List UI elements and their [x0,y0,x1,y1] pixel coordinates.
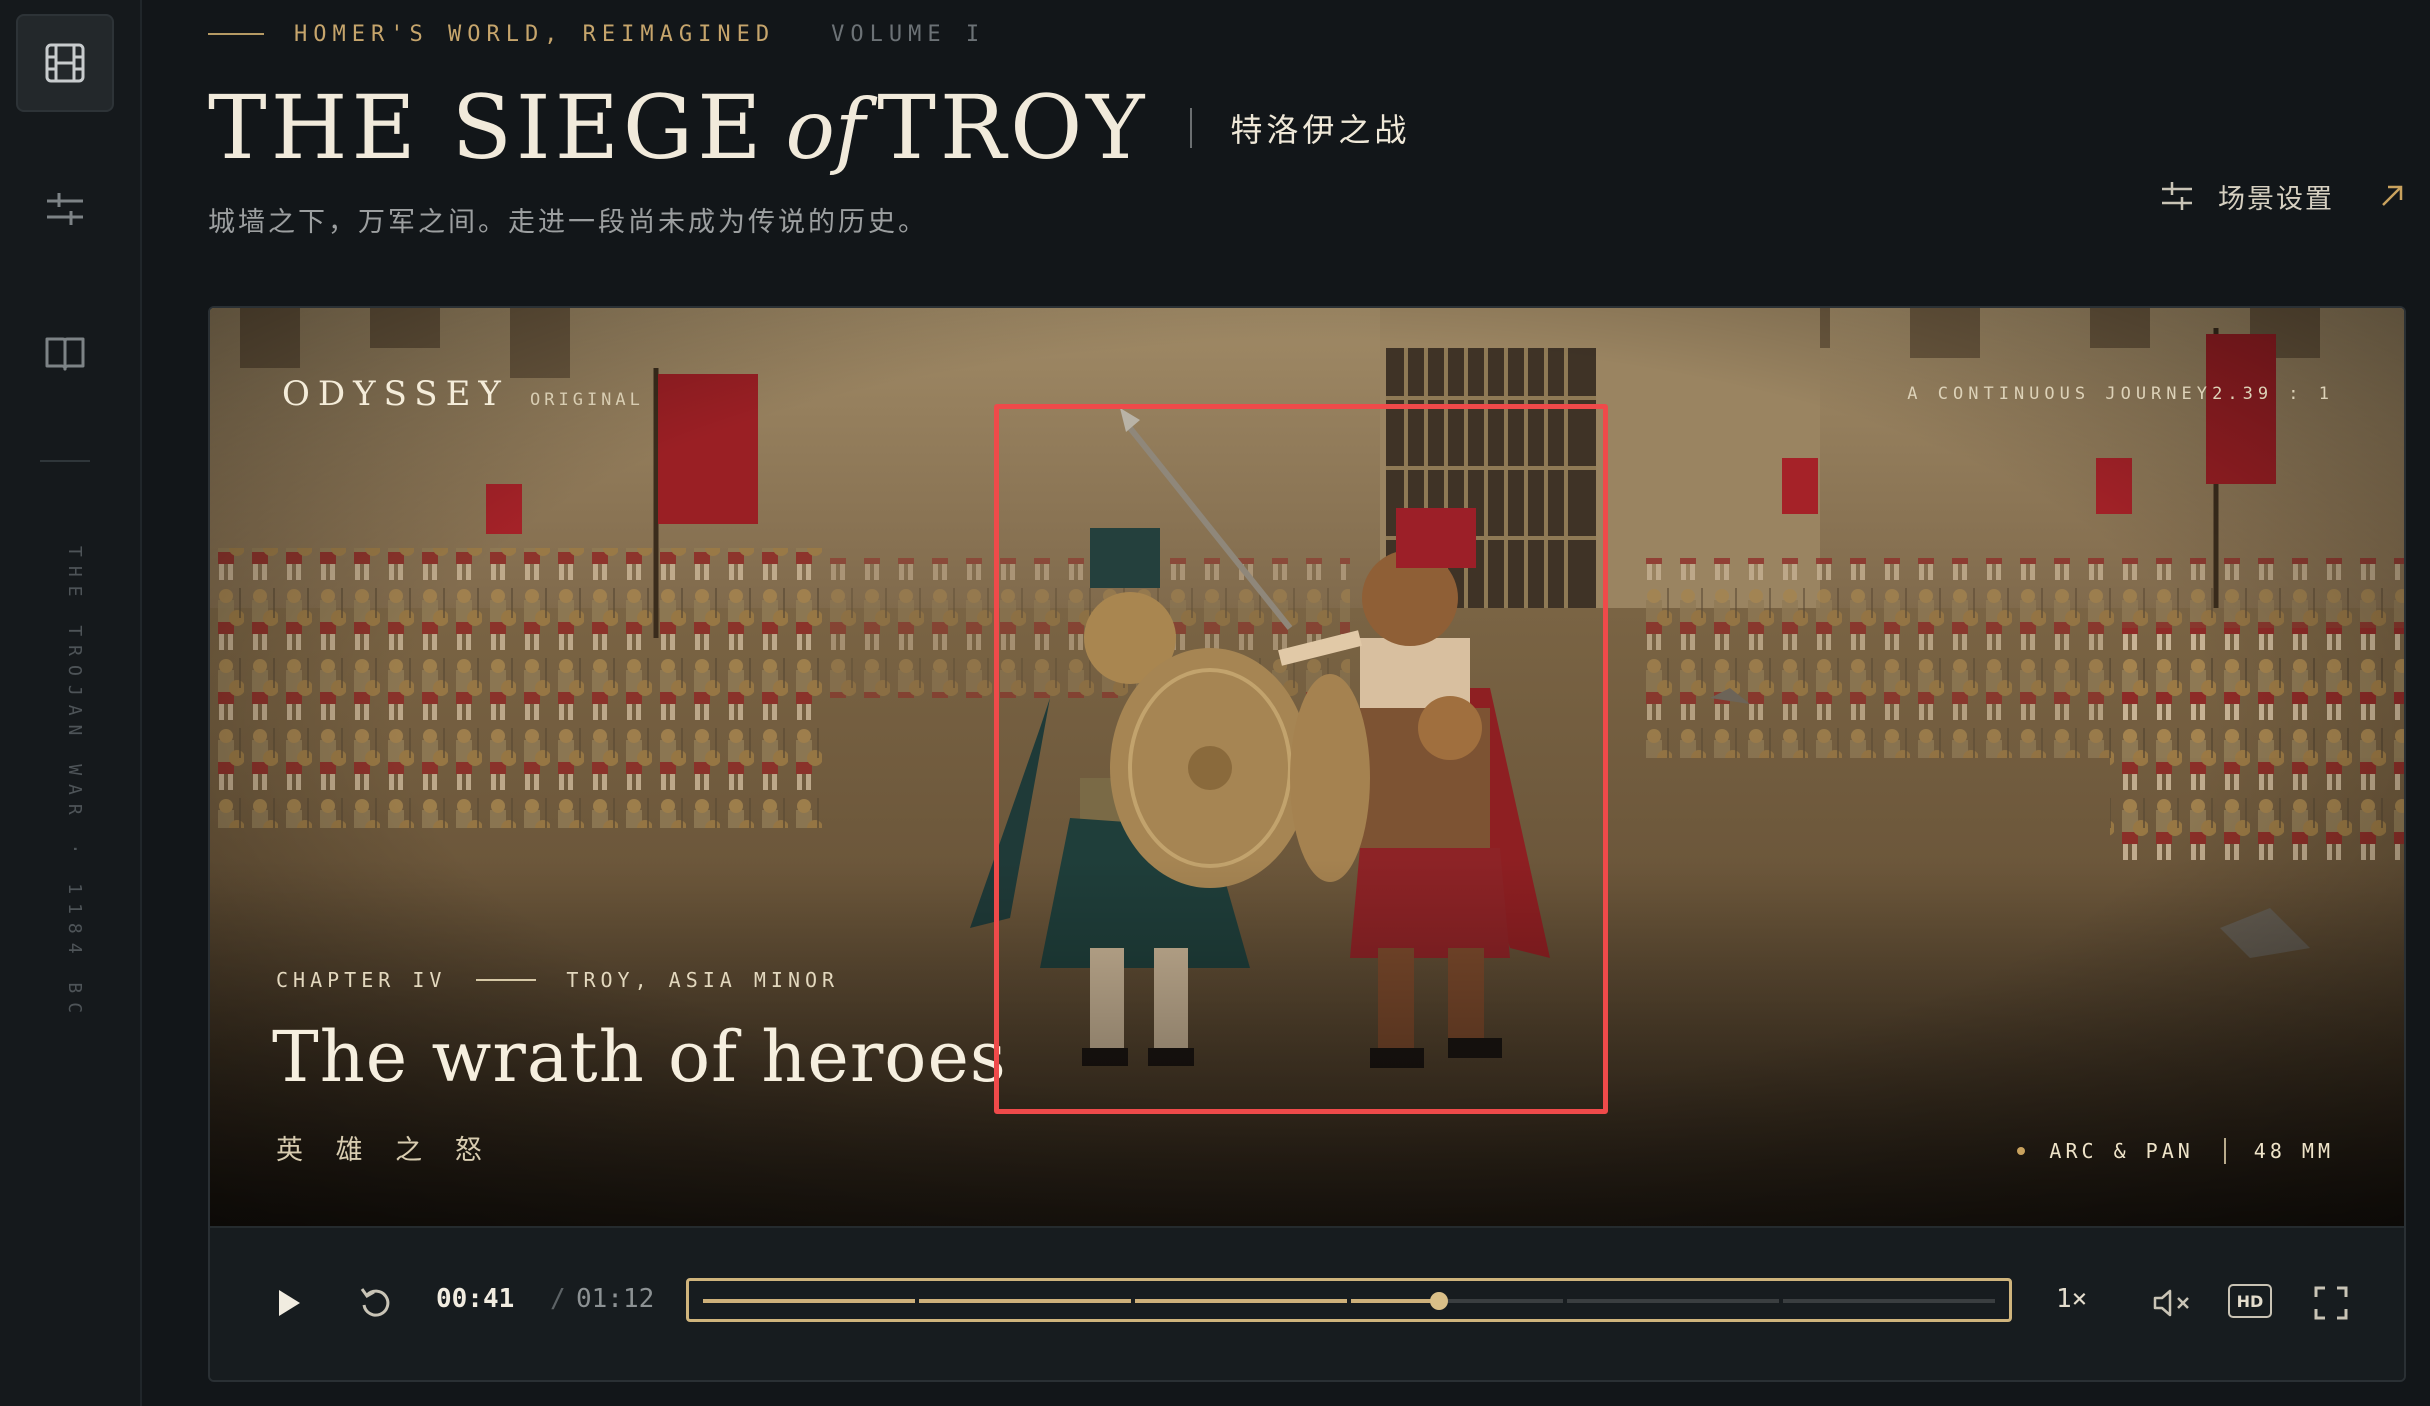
chapter-rule [476,979,537,981]
sliders-icon [47,193,83,225]
aspect-ratio-label: 2.39 : 1 [2212,384,2334,404]
scene-title: The wrath of heroes [272,1016,1007,1098]
progress-track [703,1292,1995,1310]
header-kicker: HOMER'S WORLD, REIMAGINED VOLUME I [208,18,985,50]
progress-bar[interactable] [686,1278,2012,1322]
lens-separator [2223,1138,2226,1164]
film-icon [45,43,85,83]
chapter-row: CHAPTER IV TROY, ASIA MINOR [276,968,839,992]
time-separator: / [550,1284,566,1314]
left-rail: THE TROJAN WAR · 1184 BC [0,0,142,1406]
play-button[interactable] [268,1282,310,1324]
brand-logo: ODYSSEY [282,374,509,414]
progress-segment-fill [1351,1299,1441,1303]
page-title-cn: 特洛伊之战 [1230,111,1411,149]
title-pre: THE SIEGE [208,76,766,179]
location-label: TROY, ASIA MINOR [566,968,840,992]
title-row: THE SIEGE of TROY 特洛伊之战 [208,72,1410,184]
progress-segment-fill [919,1299,1131,1303]
progress-segment [1567,1299,1779,1303]
rail-era-label: THE TROJAN WAR · 1184 BC [64,546,85,1023]
camera-move-label: ARC & PAN [2049,1139,2194,1163]
rail-divider [40,460,90,462]
scene-title-cn: 英 雄 之 怒 [276,1135,494,1166]
progress-segment [703,1299,915,1303]
journey-caption: A CONTINUOUS JOURNEY [1907,384,2212,404]
video-viewport[interactable]: ODYSSEY ORIGINAL A CONTINUOUS JOURNEY 2.… [210,308,2404,1226]
progress-segment-fill [703,1299,915,1303]
fullscreen-button[interactable] [2310,1282,2352,1324]
sliders-icon [2162,182,2192,210]
rail-book-button[interactable] [16,304,114,402]
scene-settings-label: 场景设置 [2218,183,2334,215]
book-icon [45,337,85,371]
fullscreen-icon [2314,1286,2348,1320]
playback-speed-button[interactable]: 1× [2056,1284,2087,1314]
title-of: of [785,83,866,178]
lens-dot [2017,1147,2026,1155]
title-post: TROY [877,76,1149,179]
rail-film-button[interactable] [16,14,114,112]
quality-button[interactable]: HD [2228,1284,2272,1318]
scene-settings-button[interactable]: 场景设置 [2160,172,2406,220]
chapter-label: CHAPTER IV [276,968,447,992]
progress-segment [1351,1299,1563,1303]
series-label: HOMER'S WORLD, REIMAGINED [294,21,776,47]
rail-sliders-button[interactable] [16,160,114,258]
replay-icon [360,1288,390,1317]
page-title: THE SIEGE of TROY [208,84,1148,172]
lens-info: ARC & PAN 48 MM [2017,1138,2334,1164]
progress-segment [1783,1299,1995,1303]
progress-segment [919,1299,1131,1303]
kicker-rule [208,33,264,35]
highlight-box [994,404,1608,1114]
control-bar: 00:41 / 01:12 1× HD [210,1226,2404,1380]
brand-subtitle: ORIGINAL [530,390,644,410]
title-separator [1190,108,1193,148]
progress-thumb[interactable] [1430,1292,1449,1310]
arrow-up-right-icon[interactable] [2378,182,2406,210]
focal-length-label: 48 MM [2253,1139,2334,1163]
total-time: 01:12 [576,1284,655,1314]
replay-button[interactable] [354,1282,398,1324]
progress-segment [1135,1299,1347,1303]
volume-label: VOLUME I [831,21,986,47]
video-player: ODYSSEY ORIGINAL A CONTINUOUS JOURNEY 2.… [208,306,2406,1382]
page-subtitle: 城墙之下，万军之间。走进一段尚未成为传说的历史。 [208,207,928,238]
current-time: 00:41 [436,1284,515,1314]
progress-segment-fill [1135,1299,1347,1303]
volume-muted-icon [2153,1289,2189,1317]
play-icon [279,1290,300,1316]
mute-button[interactable] [2148,1282,2198,1324]
